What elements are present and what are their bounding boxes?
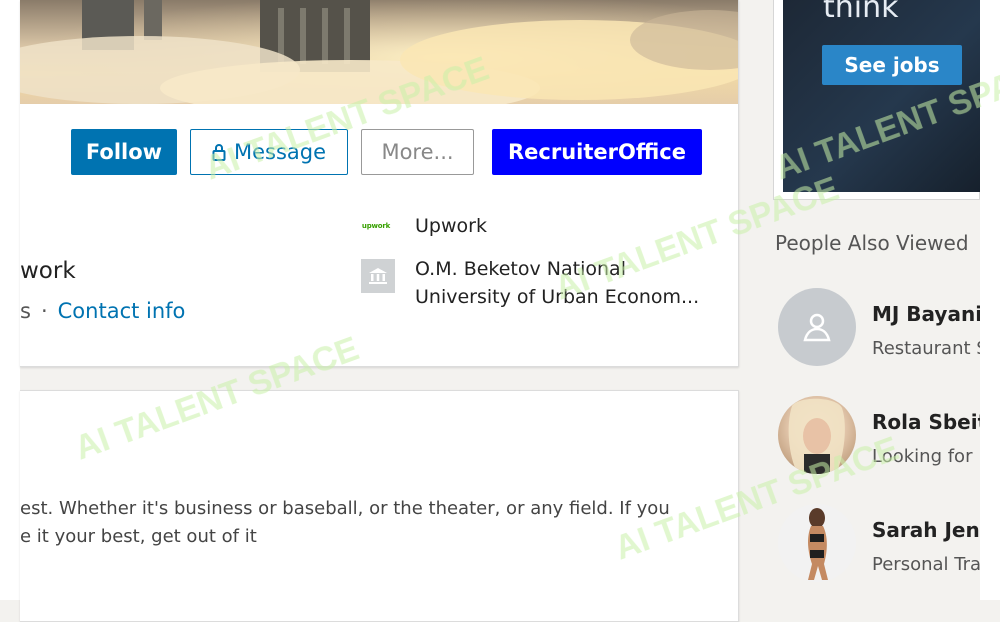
person-headline: Personal Tra: [872, 554, 980, 575]
ad-headline: think: [823, 0, 899, 25]
about-line1: est. Whether it's business or baseball, …: [20, 498, 670, 519]
message-button[interactable]: Message: [190, 129, 348, 175]
follow-button[interactable]: Follow: [71, 129, 177, 175]
person-headline: Looking for: [872, 446, 973, 467]
about-summary: est. Whether it's business or baseball, …: [20, 495, 670, 551]
avatar: [778, 396, 856, 474]
people-also-viewed-item[interactable]: Sarah Jenl Personal Tra: [778, 504, 980, 584]
about-card: est. Whether it's business or baseball, …: [20, 390, 739, 622]
current-company[interactable]: upwork Upwork: [361, 211, 721, 241]
education-school[interactable]: O.M. Beketov National University of Urba…: [361, 255, 721, 311]
lock-icon: [212, 143, 226, 161]
school-name-line2: University of Urban Econom...: [415, 286, 700, 308]
school-name: O.M. Beketov National University of Urba…: [415, 255, 699, 311]
person-name: Sarah Jenl: [872, 518, 980, 542]
right-gutter: [980, 0, 1000, 600]
more-button[interactable]: More...: [361, 129, 474, 175]
recruiter-office-button[interactable]: RecruiterOffice: [492, 129, 702, 175]
avatar: [778, 504, 856, 582]
separator-dot: ·: [40, 299, 48, 323]
location-fragment: s: [20, 299, 31, 323]
people-also-viewed-item[interactable]: Rola Sbeit Looking for: [778, 396, 980, 476]
about-line2: e it your best, get out of it: [20, 526, 257, 547]
see-jobs-button[interactable]: See jobs: [822, 45, 962, 85]
profile-banner-image: [20, 0, 738, 104]
person-headline: Restaurant S: [872, 338, 980, 359]
school-name-line1: O.M. Beketov National: [415, 258, 626, 280]
school-building-icon: [361, 259, 395, 293]
person-name: Rola Sbeit: [872, 410, 980, 434]
company-name: Upwork: [415, 215, 487, 237]
avatar: [778, 288, 856, 366]
people-also-viewed-title: People Also Viewed: [775, 231, 969, 255]
contact-info-link[interactable]: Contact info: [58, 299, 186, 323]
jobs-ad-card: think See jobs: [773, 0, 981, 200]
profile-top-card: Follow Message More... RecruiterOffice w…: [20, 0, 739, 367]
message-button-label: Message: [233, 140, 327, 164]
left-gutter: [0, 0, 20, 600]
jobs-ad-image: think See jobs: [783, 0, 981, 192]
location-contact-line: s · Contact info: [20, 299, 185, 323]
people-also-viewed-item[interactable]: MJ Bayani Restaurant S: [778, 288, 980, 368]
person-name: MJ Bayani: [872, 302, 980, 326]
placeholder-person-icon: [803, 313, 831, 342]
profile-headline: work: [20, 258, 76, 284]
upwork-logo-icon: upwork: [361, 222, 391, 230]
